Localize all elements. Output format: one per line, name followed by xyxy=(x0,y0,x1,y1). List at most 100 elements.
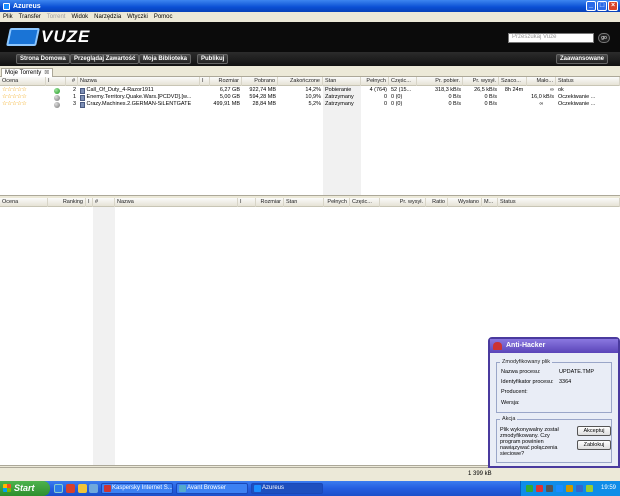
menu-torrent[interactable]: Torrent xyxy=(47,14,66,20)
tray-misc-icon[interactable] xyxy=(586,485,593,492)
torrent-eta xyxy=(499,94,527,101)
search-input[interactable]: Przeszukaj Vuze xyxy=(508,33,594,43)
col-rating[interactable]: Ocena xyxy=(0,77,46,86)
minimize-button[interactable]: _ xyxy=(586,1,596,11)
torrent-seeds: 4 (764) xyxy=(369,87,387,93)
rating-stars[interactable]: ☆☆☆☆☆ xyxy=(0,101,46,108)
rating-stars[interactable]: ☆☆☆☆☆ xyxy=(0,94,46,101)
col-name[interactable]: Nazwa xyxy=(115,198,238,207)
col-info2[interactable]: I xyxy=(238,198,256,207)
torrent-downloaded: 28,84 MB xyxy=(252,101,276,107)
col-info[interactable]: I xyxy=(200,77,210,86)
col-number[interactable]: # xyxy=(66,77,78,86)
tray-app-icon[interactable] xyxy=(576,485,583,492)
col-state[interactable]: Stan xyxy=(284,198,324,207)
group-label: Zmodyfikowany plik xyxy=(500,359,552,365)
menu-tools[interactable]: Narzędzia xyxy=(94,14,121,20)
nav-advanced-button[interactable]: Zaawansowane xyxy=(556,54,609,64)
task-azureus[interactable]: Azureus xyxy=(251,483,323,494)
menu-transfer[interactable]: Transfer xyxy=(19,14,41,20)
process-name-value: UPDATE.TMP xyxy=(559,369,595,375)
dialog-titlebar[interactable]: Anti-Hacker xyxy=(490,339,618,353)
quicklaunch-ie-icon[interactable] xyxy=(54,484,63,493)
col-ranking[interactable]: Ranking xyxy=(48,198,86,207)
col-seeds[interactable]: Pełnych xyxy=(361,77,389,86)
col-peers[interactable]: Częśc... xyxy=(350,198,380,207)
tray-azureus-icon[interactable] xyxy=(556,485,563,492)
col-ratio[interactable]: Ratio xyxy=(426,198,448,207)
col-status[interactable]: Status xyxy=(556,77,620,86)
quicklaunch-opera-icon[interactable] xyxy=(66,484,75,493)
nav-home-button[interactable]: Strona Domowa xyxy=(16,54,70,64)
torrent-name: Call_Of_Duty_4-Razor1911 xyxy=(78,87,200,94)
nav-browse-button[interactable]: Przeglądaj Zawartość xyxy=(70,54,140,64)
col-up-speed[interactable]: Pr. wysył. xyxy=(463,77,499,86)
col-uploaded[interactable]: Wysłano xyxy=(448,198,482,207)
torrent-up-speed: 0 B/s xyxy=(484,101,497,107)
menu-plugins[interactable]: Wtyczki xyxy=(127,14,148,20)
quicklaunch-folder-icon[interactable] xyxy=(78,484,87,493)
torrent-size: 6,27 GB xyxy=(219,87,240,93)
menu-help[interactable]: Pomoc xyxy=(154,14,173,20)
col-downloaded[interactable]: Pobrano xyxy=(242,77,278,86)
producer-label: Producent: xyxy=(501,389,528,395)
quicklaunch-show-desktop-icon[interactable] xyxy=(89,484,98,493)
tab-my-torrents[interactable]: Moje Torrenty ⊠ xyxy=(1,68,54,77)
torrent-size: 5,00 GB xyxy=(219,94,240,100)
col-down-speed[interactable]: Pr. pobier. xyxy=(417,77,463,86)
kaspersky-task-icon xyxy=(104,485,111,492)
task-kaspersky[interactable]: Kaspersky Internet S... xyxy=(101,483,173,494)
torrent-status: Oczekiwanie ... xyxy=(558,94,596,100)
col-seeds[interactable]: Pełnych xyxy=(324,198,350,207)
nav-library-button[interactable]: Moja Biblioteka xyxy=(139,54,192,64)
dialog-message: Plik wykonywalny został zmodyfikowany. C… xyxy=(500,427,559,457)
menu-file[interactable]: Plik xyxy=(3,14,13,20)
col-shared[interactable]: Mało... xyxy=(527,77,556,86)
col-name[interactable]: Nazwa xyxy=(78,77,200,86)
col-health[interactable]: I xyxy=(46,77,66,86)
torrent-seeds: 0 xyxy=(383,94,387,100)
torrent-peers: 0 (0) xyxy=(391,101,403,107)
col-done[interactable]: Zakończone xyxy=(278,77,323,86)
col-info[interactable]: I xyxy=(86,198,93,207)
col-eta[interactable]: Szaco... xyxy=(499,77,527,86)
close-button[interactable]: × xyxy=(608,1,618,11)
col-state[interactable]: Stan xyxy=(323,77,361,86)
torrent-row[interactable]: ☆☆☆☆☆ 3 Crazy.Machines.2.GERMAN-SiLENTGA… xyxy=(0,101,620,108)
tray-monitor-icon[interactable] xyxy=(546,485,553,492)
torrent-shared: 16,0 kB/s xyxy=(531,94,554,100)
menu-view[interactable]: Widok xyxy=(71,14,88,20)
torrent-downloaded: 594,28 MB xyxy=(249,94,276,100)
window-titlebar[interactable]: Azureus _ □ × xyxy=(0,0,620,12)
vuze-logo-text: VUZE xyxy=(41,27,91,46)
vuze-logo[interactable]: VUZE xyxy=(6,26,91,48)
col-size[interactable]: Rozmiar xyxy=(210,77,242,86)
tray-kaspersky-icon[interactable] xyxy=(536,485,543,492)
col-up-speed[interactable]: Pr. wysył. xyxy=(380,198,426,207)
col-number[interactable]: # xyxy=(93,198,115,207)
start-button[interactable]: Start xyxy=(0,481,50,496)
nav-publish-button[interactable]: Publikuj xyxy=(197,54,229,64)
col-size[interactable]: Rozmiar xyxy=(256,198,284,207)
col-rating[interactable]: Ocena xyxy=(0,198,48,207)
tray-volume-icon[interactable] xyxy=(566,485,573,492)
torrent-status: Oczekiwanie ... xyxy=(558,101,596,107)
tab-close-icon[interactable]: ⊠ xyxy=(44,70,49,76)
modified-file-group: Zmodyfikowany plik Nazwa procesu: UPDATE… xyxy=(496,359,612,413)
rating-stars[interactable]: ☆☆☆☆☆ xyxy=(0,87,46,94)
action-group: Akcja Plik wykonywalny został zmodyfikow… xyxy=(496,416,612,463)
block-button[interactable]: Zablokuj xyxy=(577,440,611,450)
maximize-button[interactable]: □ xyxy=(597,1,607,11)
torrent-down-speed: 0 B/s xyxy=(448,101,461,107)
tray-network-icon[interactable] xyxy=(526,485,533,492)
accept-button[interactable]: Akceptuj xyxy=(577,426,611,436)
torrent-number: 2 xyxy=(72,87,76,93)
col-peers[interactable]: Częśc... xyxy=(389,77,417,86)
torrent-row[interactable]: ☆☆☆☆☆ 1 Enemy.Territory.Quake.Wars.[PCDV… xyxy=(0,94,620,101)
torrent-row[interactable]: ☆☆☆☆☆ 2 Call_Of_Duty_4-Razor1911 6,27 GB… xyxy=(0,87,620,94)
col-status[interactable]: Status xyxy=(498,198,620,207)
search-go-button[interactable]: go xyxy=(598,33,610,43)
taskbar-clock[interactable]: 19:59 xyxy=(601,485,616,491)
col-m[interactable]: M... xyxy=(482,198,498,207)
task-avant-browser[interactable]: Avant Browser xyxy=(176,483,248,494)
